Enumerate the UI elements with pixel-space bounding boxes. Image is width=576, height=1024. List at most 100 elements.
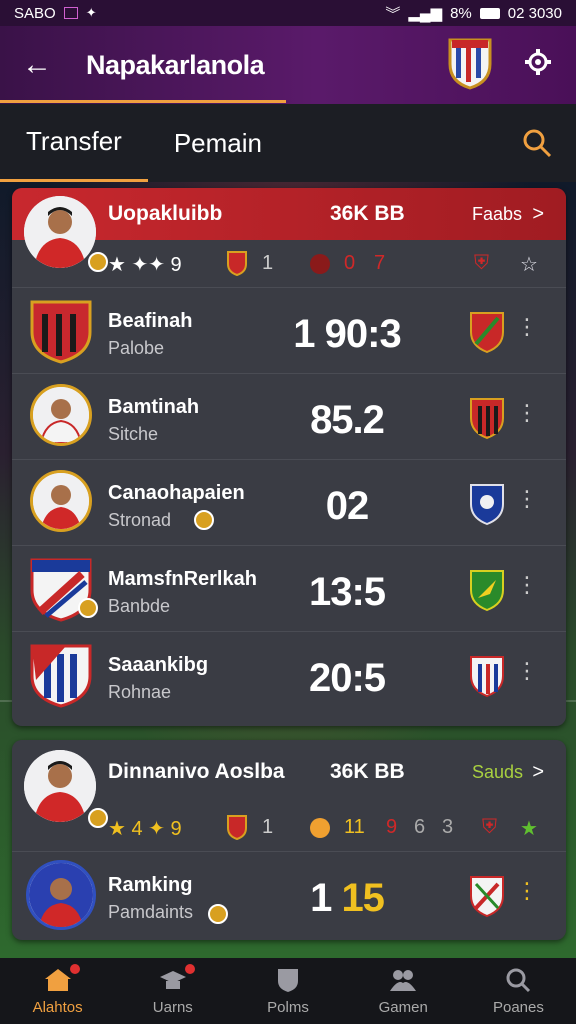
player-position: Stronad (108, 510, 172, 530)
more-options-icon[interactable]: ⋮ (516, 878, 538, 904)
list-item[interactable]: Beafinah Palobe 1 90:3 ⋮ (12, 288, 566, 374)
battery-icon (479, 7, 500, 19)
list-item[interactable]: Saaankibg Rohnae 20:5 ⋮ (12, 632, 566, 718)
nav-label: Alahtos (32, 998, 83, 1016)
stat-number: 3 (442, 816, 454, 838)
header-value: 36K BB (330, 202, 405, 225)
header-name: Dinnanivo Aoslba (108, 760, 285, 783)
nav-item-polms[interactable]: Polms (230, 958, 345, 1024)
header-link[interactable]: Faabs (472, 204, 522, 225)
nav-label: Poanes (492, 998, 544, 1016)
stat-number: 9 (386, 816, 398, 838)
app-icon: ✦ (85, 5, 97, 20)
player-name: Bamtinah (108, 396, 200, 418)
shield-icon (278, 968, 298, 992)
chevron-right-icon[interactable]: > (532, 761, 544, 784)
tab-transfer[interactable]: Transfer (0, 104, 148, 182)
page-title: Napakarlanola (86, 49, 265, 80)
red-dot-icon (310, 254, 330, 274)
list-item[interactable]: Ramking Pamdaints 1 15 ⋮ (12, 852, 566, 938)
star-icon[interactable]: ☆ (520, 252, 538, 277)
club-crest-icon[interactable] (446, 34, 494, 90)
header-value: 36K BB (330, 760, 405, 783)
notification-badge (70, 964, 80, 974)
list-item[interactable]: MamsfnRerlkah Banbde 13:5 ⋮ (12, 546, 566, 632)
nav-label: Polms (267, 998, 309, 1016)
club-logo-icon (30, 644, 92, 708)
player-name: Ramking (108, 874, 193, 896)
team-icon[interactable]: ⛨ (474, 252, 489, 275)
stat-number: 6 (414, 816, 426, 838)
nav-item-poanes[interactable]: Poanes (461, 958, 576, 1024)
player-name: MamsfnRerlkah (108, 568, 257, 590)
player-name: Saaankibg (108, 654, 209, 676)
more-options-icon[interactable]: ⋮ (516, 314, 538, 340)
team-crest-icon (470, 484, 504, 526)
player-position: Rohnae (108, 682, 172, 702)
nav-item-uarns[interactable]: Uarns (115, 958, 230, 1024)
list-item[interactable]: Bamtinah Sitche 85.2 ⋮ (12, 374, 566, 460)
users-icon (390, 969, 417, 991)
stat-number: 1 (262, 252, 274, 274)
player-score: 1 90:3 (293, 312, 401, 356)
team-crest-icon (470, 876, 504, 918)
stat-number: 11 (344, 816, 365, 838)
home-icon (44, 968, 71, 991)
stat-number: 1 (262, 816, 274, 838)
header-name: Uopakluibb (108, 202, 223, 225)
cap-icon (159, 970, 186, 989)
gear-icon[interactable] (524, 48, 552, 76)
nav-label: Gamen (378, 998, 428, 1016)
coin-badge-icon (194, 510, 214, 530)
score-part: 15 (341, 876, 384, 920)
avatar (30, 384, 92, 446)
small-crest-icon (227, 815, 247, 840)
stat-number: 7 (374, 252, 386, 274)
wifi-icon: ︾ (385, 5, 401, 23)
team-crest-icon (470, 312, 504, 354)
player-score: 85.2 (310, 398, 385, 442)
carrier-label: SABO (14, 4, 56, 22)
player-score: 20:5 (308, 656, 386, 700)
team-crest-icon (470, 656, 504, 698)
tab-bar: Transfer Pemain (0, 104, 576, 182)
player-name: Canaohapaien (108, 482, 245, 504)
search-icon (506, 968, 531, 992)
stats-row: ★ ✦✦ 9 1 0 7 ⛨ ☆ (12, 240, 566, 288)
more-options-icon[interactable]: ⋮ (516, 486, 538, 512)
avatar (26, 860, 96, 930)
player-score: 02 (325, 484, 370, 528)
small-crest-icon (227, 251, 247, 276)
list-item[interactable]: Canaohapaien Stronad 02 ⋮ (12, 460, 566, 546)
nav-item-home[interactable]: Alahtos (0, 958, 115, 1024)
battery-percent: 8% (450, 4, 472, 22)
coin-badge-icon (208, 904, 228, 924)
team-icon[interactable]: ⛨ (482, 816, 497, 839)
more-options-icon[interactable]: ⋮ (516, 658, 538, 684)
more-options-icon[interactable]: ⋮ (516, 572, 538, 598)
chevron-right-icon[interactable]: > (532, 203, 544, 226)
stats-row: ★ 4 ✦ 9 1 11 9 6 3 ⛨ ★ (12, 804, 566, 852)
header-link[interactable]: Sauds (472, 762, 523, 783)
star-icon[interactable]: ★ (520, 816, 538, 841)
orange-dot-icon (310, 818, 330, 838)
app-bar: ← Napakarlanola (0, 26, 576, 104)
transfer-card: Uopakluibb 36K BB Faabs > ★ ✦✦ 9 1 0 7 ⛨… (12, 188, 566, 726)
search-icon[interactable] (522, 128, 552, 158)
clock: 02 3030 (507, 4, 562, 22)
card-header[interactable]: Dinnanivo Aoslba 36K BB Sauds > (12, 740, 566, 804)
bottom-nav: Alahtos Uarns Polms Gamen Poanes (0, 958, 576, 1024)
back-arrow-icon[interactable]: ← (22, 48, 62, 82)
more-options-icon[interactable]: ⋮ (516, 400, 538, 426)
club-logo-icon (30, 300, 92, 364)
nav-item-gamen[interactable]: Gamen (346, 958, 461, 1024)
player-score: 1 15 (282, 876, 412, 921)
rating-stars: ★ ✦✦ 9 (108, 254, 182, 276)
tab-pemain[interactable]: Pemain (148, 104, 288, 182)
notification-badge (185, 964, 196, 974)
player-name: Beafinah (108, 310, 193, 332)
team-crest-icon (470, 398, 504, 440)
nav-label: Uarns (152, 998, 193, 1016)
score-part: 1 (310, 876, 332, 920)
player-position: Banbde (108, 596, 171, 616)
